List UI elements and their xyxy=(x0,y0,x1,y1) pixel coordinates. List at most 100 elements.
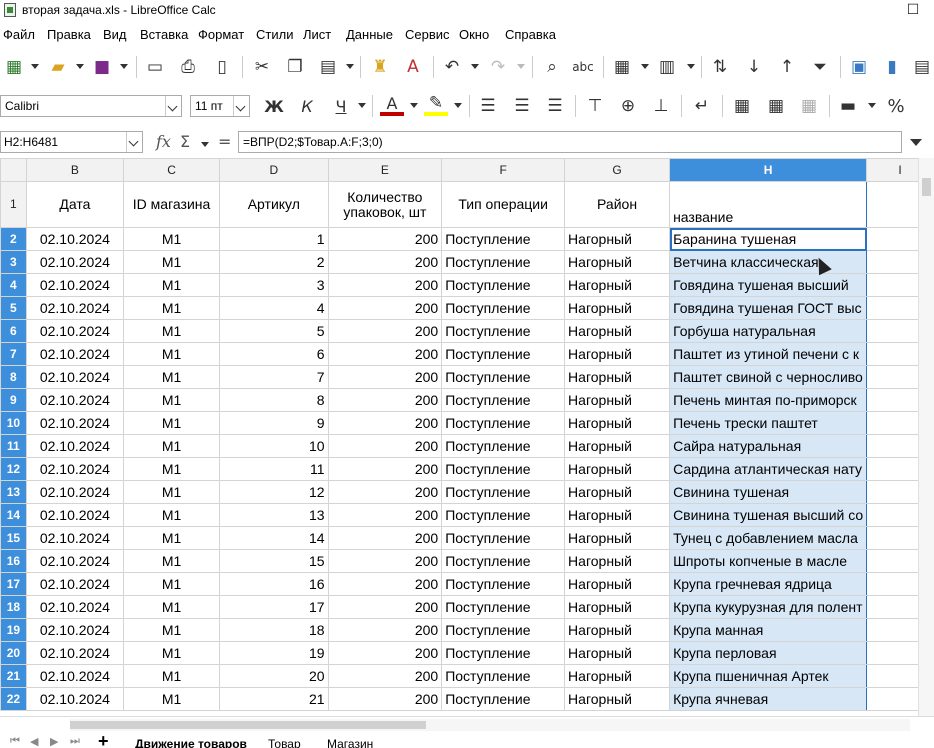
row-header[interactable]: 18 xyxy=(0,595,27,619)
maximize-button[interactable]: ☐ xyxy=(896,0,930,22)
cell-quantity[interactable]: 200 xyxy=(327,595,443,619)
select-all-corner[interactable] xyxy=(0,158,27,182)
cell-operation[interactable]: Поступление xyxy=(441,572,566,596)
cell-name[interactable]: Говядина тушеная ГОСТ выс xyxy=(669,296,868,320)
cell-name[interactable]: Крупа ячневая xyxy=(669,687,868,711)
row-dropdown-icon[interactable] xyxy=(641,64,649,69)
cell-date[interactable]: 02.10.2024 xyxy=(25,687,125,711)
cell-sku[interactable]: 12 xyxy=(219,480,329,504)
cell-date[interactable]: 02.10.2024 xyxy=(25,227,125,251)
cell-sku[interactable]: 15 xyxy=(219,549,329,573)
sort-descending-icon[interactable]: ↑ xyxy=(775,55,799,79)
cell-quantity[interactable]: 200 xyxy=(327,388,443,412)
cell-operation[interactable]: Поступление xyxy=(441,250,566,274)
cell-shop-id[interactable]: M1 xyxy=(122,227,221,251)
cell-name[interactable]: Свинина тушеная высший со xyxy=(669,503,868,527)
cell-name[interactable]: Горбуша натуральная xyxy=(669,319,868,343)
highlight-dropdown-icon[interactable] xyxy=(454,103,462,108)
cell-shop-id[interactable]: M1 xyxy=(122,411,221,435)
sheet-tab-movement[interactable]: Движение товаров xyxy=(135,737,247,748)
cell-quantity[interactable]: 200 xyxy=(327,457,443,481)
row-header[interactable]: 2 xyxy=(0,227,27,251)
cell-name[interactable]: Тунец с добавлением масла xyxy=(669,526,868,550)
cell-shop-id[interactable]: M1 xyxy=(122,526,221,550)
cell-name[interactable]: Крупа гречневая ядрица xyxy=(669,572,868,596)
menu-window[interactable]: Окно xyxy=(459,27,489,42)
cell-shop-id[interactable]: M1 xyxy=(122,365,221,389)
row-header[interactable]: 8 xyxy=(0,365,27,389)
menu-data[interactable]: Данные xyxy=(346,27,393,42)
clone-formatting-icon[interactable]: ♜ xyxy=(368,55,392,79)
align-right-icon[interactable]: ☰ xyxy=(543,94,567,118)
previous-sheet-icon[interactable]: ◀ xyxy=(30,735,38,748)
cell-quantity[interactable]: 200 xyxy=(327,273,443,297)
copy-icon[interactable]: ❐ xyxy=(283,55,307,79)
cell-date[interactable]: 02.10.2024 xyxy=(25,365,125,389)
cell-sku[interactable]: 18 xyxy=(219,618,329,642)
cell-name[interactable]: Печень трески паштет xyxy=(669,411,868,435)
row-header[interactable]: 7 xyxy=(0,342,27,366)
cell-operation[interactable]: Поступление xyxy=(441,595,566,619)
cell-sku[interactable]: 13 xyxy=(219,503,329,527)
cell-operation[interactable]: Поступление xyxy=(441,319,566,343)
align-center-icon[interactable]: ☰ xyxy=(510,94,534,118)
cell-operation[interactable]: Поступление xyxy=(441,457,566,481)
insert-image-icon[interactable]: ▣ xyxy=(847,55,871,79)
sort-icon[interactable]: ⇅ xyxy=(708,55,732,79)
cell-operation[interactable]: Поступление xyxy=(441,296,566,320)
cell-name[interactable]: Баранина тушеная xyxy=(669,227,868,251)
cell-area[interactable]: Нагорный xyxy=(564,664,671,688)
cell-shop-id[interactable]: M1 xyxy=(122,618,221,642)
cell-quantity[interactable]: 200 xyxy=(327,342,443,366)
sheet-tab-product[interactable]: Товар xyxy=(268,737,301,748)
cell-name[interactable]: Печень минтая по-приморск xyxy=(669,388,868,412)
new-dropdown-icon[interactable] xyxy=(31,64,39,69)
expand-formula-icon[interactable] xyxy=(910,139,922,146)
sum-dropdown-icon[interactable] xyxy=(201,142,209,147)
cell-date[interactable]: 02.10.2024 xyxy=(25,641,125,665)
cell-sku[interactable]: 11 xyxy=(219,457,329,481)
cell-sku[interactable]: 20 xyxy=(219,664,329,688)
cell-quantity[interactable]: 200 xyxy=(327,526,443,550)
horizontal-scroll-thumb[interactable] xyxy=(70,721,426,729)
cell-date[interactable]: 02.10.2024 xyxy=(25,319,125,343)
cell-area[interactable]: Нагорный xyxy=(564,480,671,504)
cell-name[interactable]: Паштет из утиной печени с к xyxy=(669,342,868,366)
cell-shop-id[interactable]: M1 xyxy=(122,641,221,665)
cell-date[interactable]: 02.10.2024 xyxy=(25,480,125,504)
cell-shop-id[interactable]: M1 xyxy=(122,319,221,343)
cell-shop-id[interactable]: M1 xyxy=(122,457,221,481)
cell-area[interactable]: Нагорный xyxy=(564,595,671,619)
paste-icon[interactable]: ▤ xyxy=(316,55,340,79)
cell-area[interactable]: Нагорный xyxy=(564,342,671,366)
cut-icon[interactable]: ✂ xyxy=(250,55,274,79)
underline-button[interactable]: Ч xyxy=(329,94,353,118)
cell-quantity[interactable]: 200 xyxy=(327,411,443,435)
cell-date[interactable]: 02.10.2024 xyxy=(25,549,125,573)
spreadsheet-grid[interactable]: B C D E F G H I 1 Дата ID магазина Артик… xyxy=(0,158,934,716)
cell-shop-id[interactable]: M1 xyxy=(122,595,221,619)
cell-quantity[interactable]: 200 xyxy=(327,296,443,320)
cell-name[interactable]: Крупа перловая xyxy=(669,641,868,665)
cell-sku[interactable]: 14 xyxy=(219,526,329,550)
cell-sku[interactable]: 5 xyxy=(219,319,329,343)
cell-date[interactable]: 02.10.2024 xyxy=(25,273,125,297)
cell-quantity[interactable]: 200 xyxy=(327,572,443,596)
save-icon[interactable]: ■ xyxy=(90,55,114,79)
cell-sku[interactable]: 9 xyxy=(219,411,329,435)
cell-shop-id[interactable]: M1 xyxy=(122,296,221,320)
cell-name[interactable]: Крупа пшеничная Артек xyxy=(669,664,868,688)
cell-date[interactable]: 02.10.2024 xyxy=(25,296,125,320)
cell-quantity[interactable]: 200 xyxy=(327,618,443,642)
font-size-box[interactable]: 11 пт xyxy=(190,95,250,117)
header-cell-sku[interactable]: Артикул xyxy=(219,181,329,228)
cell-name[interactable]: Крупа кукурузная для полент xyxy=(669,595,868,619)
align-bottom-icon[interactable]: ⊥ xyxy=(649,94,673,118)
cell-shop-id[interactable]: M1 xyxy=(122,503,221,527)
name-box[interactable]: H2:H6481 xyxy=(0,131,143,153)
header-cell-date[interactable]: Дата xyxy=(25,181,125,228)
cell-area[interactable]: Нагорный xyxy=(564,250,671,274)
first-sheet-icon[interactable]: ⏮ xyxy=(10,735,20,748)
cell-operation[interactable]: Поступление xyxy=(441,664,566,688)
cell-date[interactable]: 02.10.2024 xyxy=(25,250,125,274)
